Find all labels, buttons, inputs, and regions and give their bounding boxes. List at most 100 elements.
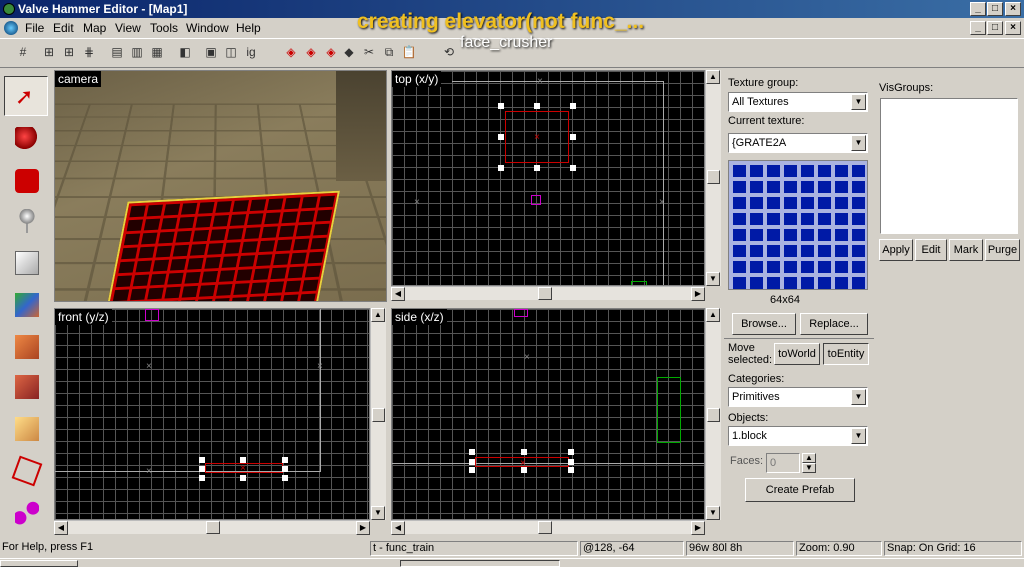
menu-edit[interactable]: Edit — [53, 21, 74, 35]
categories-label: Categories: — [728, 373, 785, 385]
tool-apply-texture[interactable] — [4, 326, 48, 366]
side-view-vscroll[interactable]: ▲ ▼ — [705, 308, 721, 520]
create-prefab-button[interactable]: Create Prefab — [745, 478, 855, 502]
texture-group-label: Texture group: — [728, 77, 799, 89]
tool-clip[interactable] — [4, 450, 48, 490]
top-view-label[interactable]: top (x/y) — [392, 71, 442, 87]
apply-texture-icon — [15, 335, 39, 359]
chevron-down-icon[interactable]: ▼ — [851, 94, 866, 110]
tool-magnify[interactable] — [4, 118, 48, 158]
paste-icon[interactable]: 📋 — [400, 43, 418, 61]
chevron-down-icon[interactable]: ▼ — [851, 135, 866, 151]
move-selected-label: Move selected: — [728, 342, 773, 366]
video-subcaption: face_crusher — [460, 34, 553, 51]
tool-palette: ➚ — [0, 70, 52, 540]
top-viewport[interactable]: top (x/y) × × × × — [391, 70, 705, 286]
tool-selection[interactable]: ➚ — [4, 76, 48, 116]
document-icon[interactable] — [4, 21, 18, 35]
close-button[interactable]: × — [1005, 2, 1021, 16]
faces-input[interactable]: 0 — [766, 453, 800, 473]
selected-brush[interactable] — [100, 190, 340, 301]
to-entity-icon[interactable]: ◧ — [176, 43, 194, 61]
edit-button[interactable]: Edit — [915, 239, 947, 261]
texture-group-select[interactable]: All Textures ▼ — [728, 92, 868, 112]
side-view-hscroll[interactable]: ◀ ▶ — [391, 520, 705, 535]
categories-select[interactable]: Primitives ▼ — [728, 387, 868, 407]
front-viewport[interactable]: front (y/z) × × × × — [54, 308, 370, 520]
maximize-button[interactable]: □ — [987, 2, 1003, 16]
decal-icon — [15, 375, 39, 399]
cut-icon[interactable]: ✂ — [360, 43, 378, 61]
undo-icon[interactable]: ⟲ — [440, 43, 458, 61]
current-texture-select[interactable]: {GRATE2A ▼ — [728, 133, 868, 153]
mdi-restore-button[interactable]: □ — [987, 21, 1003, 35]
tool-texture[interactable] — [4, 284, 48, 324]
grid-smaller-icon[interactable]: ⊞ — [40, 43, 58, 61]
tool-entity[interactable] — [4, 200, 48, 240]
show-icon[interactable]: ◫ — [222, 43, 240, 61]
copy-icon[interactable]: ⧉ — [380, 43, 398, 61]
texture-align-icon[interactable]: ◈ — [322, 43, 340, 61]
chevron-down-icon[interactable]: ▼ — [851, 428, 866, 444]
carve-icon[interactable]: ▤ — [108, 43, 126, 61]
replace-button[interactable]: Replace... — [800, 313, 868, 335]
visgroups-list[interactable] — [880, 98, 1018, 234]
tool-camera[interactable] — [4, 160, 48, 200]
to-entity-button[interactable]: toEntity — [823, 343, 869, 365]
browse-button[interactable]: Browse... — [732, 313, 796, 335]
block-icon — [15, 251, 39, 275]
grid-larger-icon[interactable]: ⊞ — [60, 43, 78, 61]
status-zoom: Zoom: 0.90 — [796, 541, 882, 556]
overlay-icon — [15, 417, 39, 441]
texture-scale-icon[interactable]: ◈ — [302, 43, 320, 61]
menu-tools[interactable]: Tools — [150, 21, 178, 35]
objects-select[interactable]: 1.block ▼ — [728, 426, 868, 446]
front-view-vscroll[interactable]: ▲ ▼ — [370, 308, 386, 520]
texture-lock-icon[interactable]: ◈ — [282, 43, 300, 61]
faces-up-icon[interactable]: ▲ — [802, 453, 816, 463]
purge-button[interactable]: Purge — [985, 239, 1020, 261]
top-view-vscroll[interactable]: ▲ ▼ — [705, 70, 721, 286]
paste-special-icon[interactable]: ◆ — [340, 43, 358, 61]
chevron-down-icon[interactable]: ▼ — [851, 389, 866, 405]
tool-overlay[interactable] — [4, 408, 48, 448]
faces-down-icon[interactable]: ▼ — [802, 463, 816, 473]
hollow-icon[interactable]: ▥ — [128, 43, 146, 61]
menu-view[interactable]: View — [115, 21, 141, 35]
status-entity: t - func_train — [370, 541, 578, 556]
status-help: For Help, press F1 — [2, 541, 94, 553]
video-caption: creating elevator(not func_... — [357, 10, 645, 33]
camera-view-label[interactable]: camera — [55, 71, 102, 87]
status-size: 96w 80l 8h — [686, 541, 794, 556]
menu-help[interactable]: Help — [236, 21, 261, 35]
menu-map[interactable]: Map — [83, 21, 106, 35]
window-title: Valve Hammer Editor - [Map1] — [18, 2, 188, 16]
minimize-button[interactable]: _ — [970, 2, 986, 16]
top-view-hscroll[interactable]: ◀ ▶ — [391, 286, 705, 301]
visgroups-panel: VisGroups: Apply Edit Mark Purge — [876, 76, 1022, 262]
grid-3d-icon[interactable]: ⋕ — [80, 43, 98, 61]
tool-block[interactable] — [4, 242, 48, 282]
texture-preview[interactable] — [728, 160, 868, 290]
hide-icon[interactable]: ▣ — [202, 43, 220, 61]
to-world-button[interactable]: toWorld — [774, 343, 820, 365]
front-view-hscroll[interactable]: ◀ ▶ — [54, 520, 370, 535]
wall-texture — [336, 71, 386, 181]
ignore-groups-icon[interactable]: ig — [242, 43, 260, 61]
group-icon[interactable]: ▦ — [148, 43, 166, 61]
pointer-icon: ➚ — [15, 84, 34, 109]
front-view-label[interactable]: front (y/z) — [55, 309, 112, 325]
mark-button[interactable]: Mark — [949, 239, 983, 261]
menu-file[interactable]: File — [25, 21, 44, 35]
mdi-close-button[interactable]: × — [1005, 21, 1021, 35]
apply-button[interactable]: Apply — [879, 239, 913, 261]
menu-window[interactable]: Window — [186, 21, 229, 35]
grid-toggle-icon[interactable]: # — [14, 43, 32, 61]
tool-decal[interactable] — [4, 366, 48, 406]
side-view-label[interactable]: side (x/z) — [392, 309, 447, 325]
side-viewport[interactable]: side (x/z) × × — [391, 308, 705, 520]
entity-marker[interactable] — [531, 195, 541, 205]
mdi-minimize-button[interactable]: _ — [970, 21, 986, 35]
camera-viewport[interactable]: camera — [54, 70, 387, 302]
tool-vertex[interactable] — [4, 492, 48, 532]
